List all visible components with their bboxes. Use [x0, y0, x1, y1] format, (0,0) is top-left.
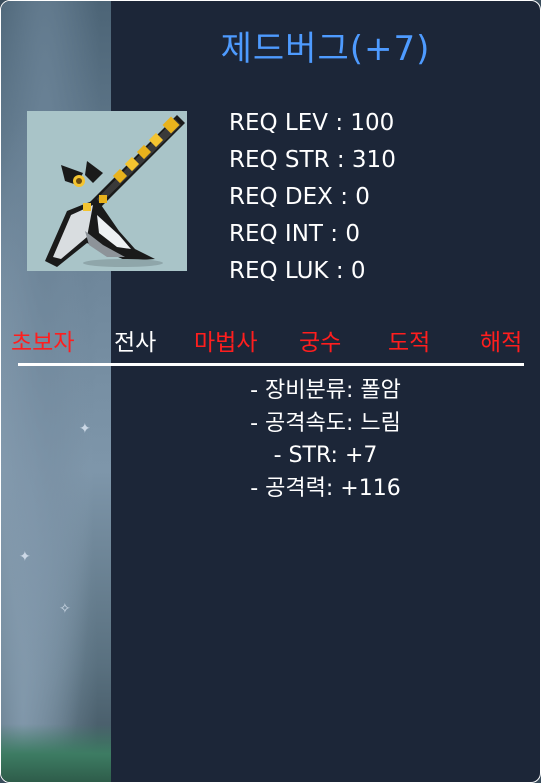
job-bowman: 궁수 [299, 330, 342, 356]
req-dex: REQ DEX : 0 [229, 184, 370, 210]
divider [18, 363, 524, 366]
item-tooltip: ✦ ✧ ✦ 제드버그(+7) REQ LEV: 100 REQ STR: 3… [0, 0, 541, 783]
sparkle-icon: ✦ [19, 549, 31, 565]
req-level: REQ LEV : 100 [229, 110, 395, 136]
job-list: 초보자 전사 마법사 궁수 도적 해적 [1, 323, 540, 356]
sparkle-icon: ✦ [79, 421, 91, 437]
polearm-icon [27, 111, 187, 271]
requirements-list: REQ LEV : 100 REQ STR : 310 REQ DEX : 0 … [229, 105, 396, 290]
req-str: REQ STR : 310 [229, 147, 396, 173]
item-name: 제드버그(+7) [220, 29, 431, 69]
job-beginner: 초보자 [11, 330, 75, 356]
stat-attack: - 공격력: +116 [250, 475, 401, 501]
req-int: REQ INT : 0 [229, 221, 360, 247]
stats-list: - 장비분류: 폴암 - 공격속도: 느림 - STR: +7 - 공격력: +… [111, 375, 540, 505]
req-luk: REQ LUK : 0 [229, 258, 366, 284]
grass-decoration [1, 724, 111, 782]
job-magician: 마법사 [194, 330, 258, 356]
sparkle-icon: ✧ [59, 601, 71, 617]
stat-str: - STR: +7 [273, 443, 378, 468]
job-warrior: 전사 [114, 330, 157, 356]
stat-category: - 장비분류: 폴암 [250, 378, 401, 403]
stat-attack-speed: - 공격속도: 느림 [250, 410, 401, 436]
job-thief: 도적 [388, 330, 431, 356]
job-pirate: 해적 [480, 330, 523, 356]
